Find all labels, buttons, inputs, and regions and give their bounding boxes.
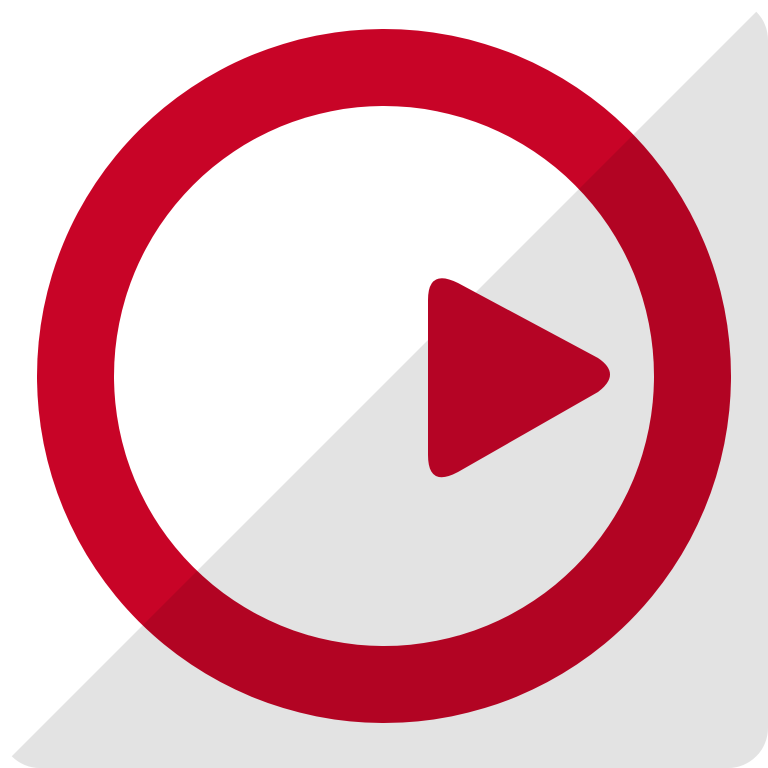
play-icon[interactable] [0,0,768,768]
app-icon-canvas [0,0,768,768]
play-ring [0,0,768,768]
